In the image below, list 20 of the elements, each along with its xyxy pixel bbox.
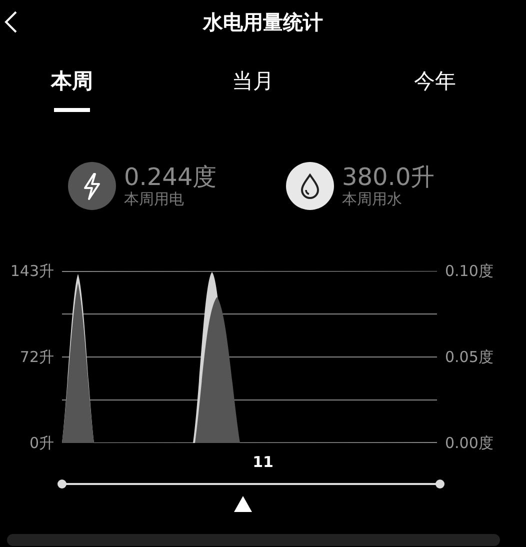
period-tab[interactable]: 当月	[223, 66, 283, 96]
lightning-icon	[68, 162, 116, 210]
screen-title: 水电用量统计	[203, 8, 323, 36]
axis-label: 143升	[10, 262, 54, 280]
period-tab[interactable]: 今年	[405, 66, 465, 96]
slider-pointer[interactable]	[234, 496, 252, 512]
water-drop-icon	[286, 162, 334, 210]
axis-label: 0.05度	[445, 348, 494, 366]
usage-value: 0.244度	[124, 164, 217, 190]
axis-label: 0.10度	[445, 262, 494, 280]
axis-label: 0升	[29, 434, 54, 452]
back-icon[interactable]	[4, 10, 18, 34]
period-tab[interactable]: 本周	[42, 66, 102, 96]
usage-label: 本周用电	[124, 190, 185, 208]
usage-value: 380.0升	[342, 164, 435, 190]
tab-underline	[54, 108, 90, 112]
axis-label: 72升	[20, 348, 54, 366]
axis-label: 0.00度	[445, 434, 494, 452]
usage-label: 本周用水	[342, 190, 403, 208]
date-label: 11	[252, 453, 274, 471]
